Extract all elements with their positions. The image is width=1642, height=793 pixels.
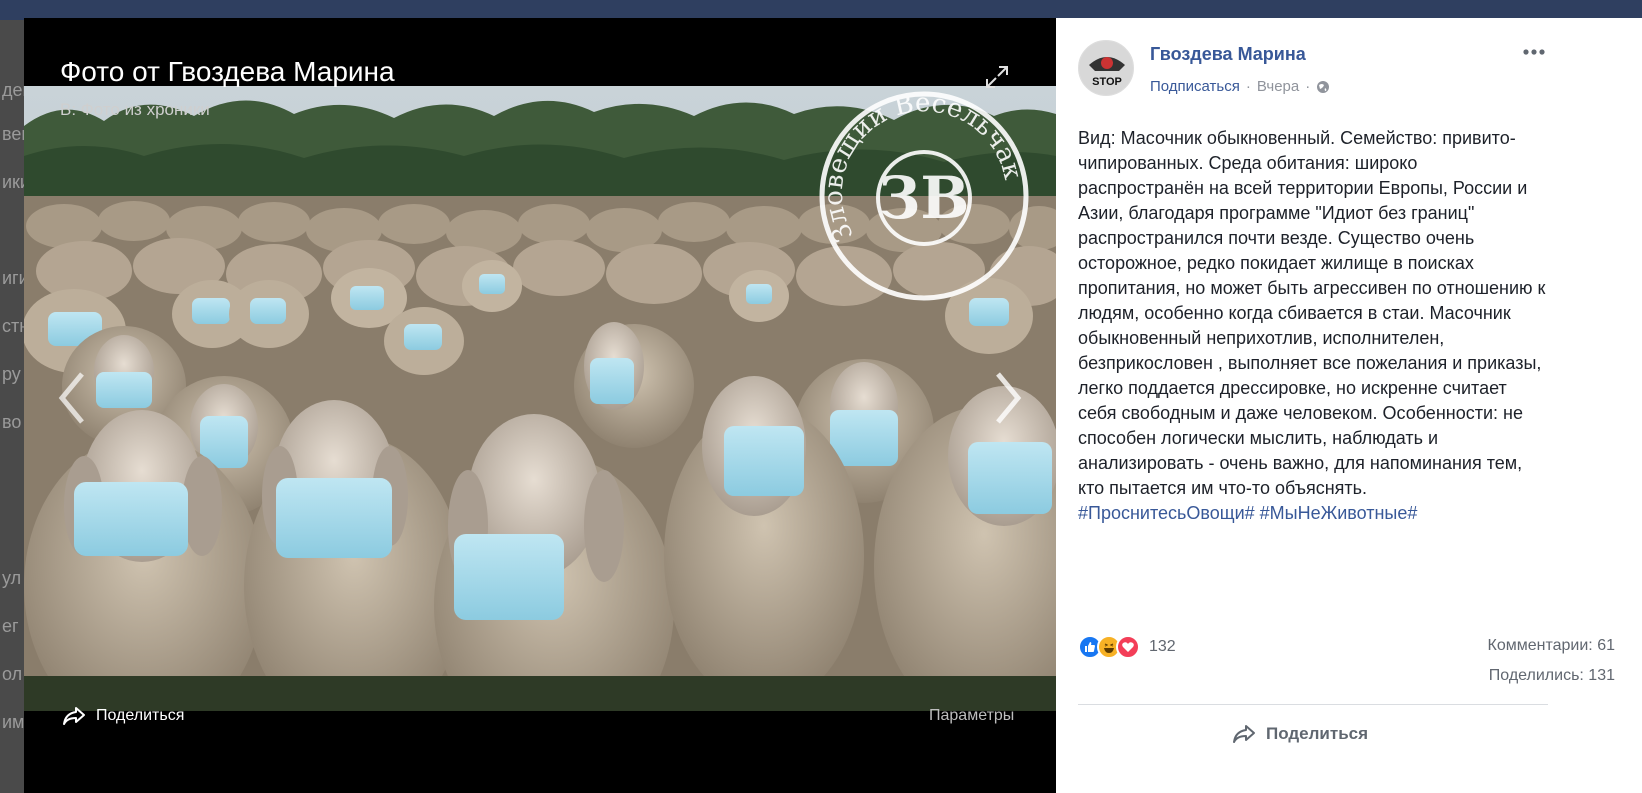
fullscreen-icon[interactable] xyxy=(984,64,1010,90)
album-link[interactable]: В: Фото из хроники xyxy=(60,100,210,120)
share-label: Поделиться xyxy=(96,707,185,724)
next-photo-icon[interactable] xyxy=(990,368,1026,428)
share-icon xyxy=(1233,725,1255,743)
comments-count[interactable]: Комментарии: 61 xyxy=(1488,637,1615,655)
reactions-summary[interactable]: 132 xyxy=(1078,635,1176,659)
background-top-bar xyxy=(0,0,1642,20)
love-reaction-icon xyxy=(1116,635,1140,659)
author-name[interactable]: Гвоздева Марина xyxy=(1150,44,1306,65)
reaction-count: 132 xyxy=(1149,638,1176,655)
subscribe-link[interactable]: Подписаться xyxy=(1150,78,1240,95)
meta-separator: · xyxy=(1245,78,1251,95)
photo-viewer: ЗВ Зловещий Весельчак Фото от Гвоздева М… xyxy=(24,18,1056,793)
meta-separator-2: · xyxy=(1305,78,1311,95)
post-hashtags[interactable]: #ПроснитесьОвощи# #МыНеЖивотные# xyxy=(1078,503,1417,523)
background-page-edge: ден вен ики иги стн ру во ул ег ол им xyxy=(0,20,24,793)
globe-icon xyxy=(1317,80,1330,93)
more-options-icon[interactable] xyxy=(1520,42,1548,62)
options-button[interactable]: Параметры xyxy=(929,707,1014,725)
post-meta: Подписаться · Вчера · xyxy=(1150,78,1330,95)
post-share-button[interactable]: Поделиться xyxy=(1232,724,1368,744)
post-text: Вид: Масочник обыкновенный. Семейство: п… xyxy=(1078,128,1546,498)
shares-count[interactable]: Поделились: 131 xyxy=(1489,667,1615,685)
share-icon xyxy=(63,707,85,725)
divider xyxy=(1078,704,1548,705)
watermark-logo: ЗВ xyxy=(879,164,970,232)
post-panel: STOP Гвоздева Марина Подписаться · Вчера… xyxy=(1056,18,1642,793)
viewer-title: Фото от Гвоздева Марина xyxy=(60,56,395,87)
previous-photo-icon[interactable] xyxy=(54,368,90,428)
post-share-label: Поделиться xyxy=(1266,724,1369,743)
avatar[interactable]: STOP xyxy=(1078,40,1134,96)
post-body: Вид: Масочник обыкновенный. Семейство: п… xyxy=(1078,126,1548,526)
avatar-label: STOP xyxy=(1092,76,1122,88)
photo-image[interactable]: ЗВ Зловещий Весельчак xyxy=(24,86,1056,711)
post-time[interactable]: Вчера xyxy=(1257,78,1299,95)
share-button[interactable]: Поделиться xyxy=(62,706,184,726)
